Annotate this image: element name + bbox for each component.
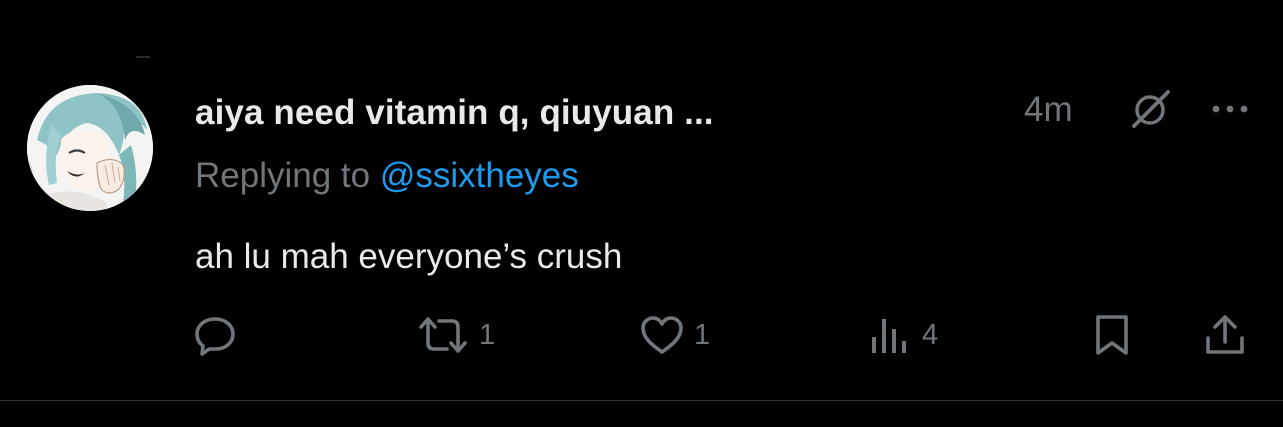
display-name[interactable]: aiya need vitamin q, qiuyuan ... [195,93,714,133]
retweet-icon [419,317,467,353]
share-button[interactable] [1202,312,1248,358]
views-icon [872,319,906,353]
replying-to-label: Replying to [195,156,380,195]
grok-icon[interactable] [1128,86,1174,132]
bookmark-icon [1096,315,1128,355]
retweet-button[interactable]: 1 [415,312,495,358]
like-button[interactable]: 1 [638,312,710,358]
tweet[interactable]: aiya need vitamin q, qiuyuan ... 4m Repl… [0,0,1283,400]
timestamp[interactable]: 4m [1024,90,1073,130]
reply-handle-link[interactable]: @ssixtheyes [380,156,579,195]
like-count: 1 [694,319,711,351]
more-dots-icon[interactable] [1208,94,1252,124]
views-button[interactable]: 4 [866,312,938,358]
replying-to: Replying to @ssixtheyes [195,154,579,198]
tweet-text: ah lu mah everyone’s crush [195,237,623,276]
divider [0,400,1283,401]
bookmark-button[interactable] [1092,312,1132,358]
tweet-header: aiya need vitamin q, qiuyuan ... [195,88,714,138]
heart-icon [641,316,683,354]
avatar-anime-character-icon [27,85,153,211]
reply-button[interactable] [193,312,245,358]
avatar[interactable] [27,85,153,211]
views-count: 4 [922,319,939,351]
reply-icon [195,317,235,356]
share-icon [1206,315,1244,354]
retweet-count: 1 [479,319,496,351]
